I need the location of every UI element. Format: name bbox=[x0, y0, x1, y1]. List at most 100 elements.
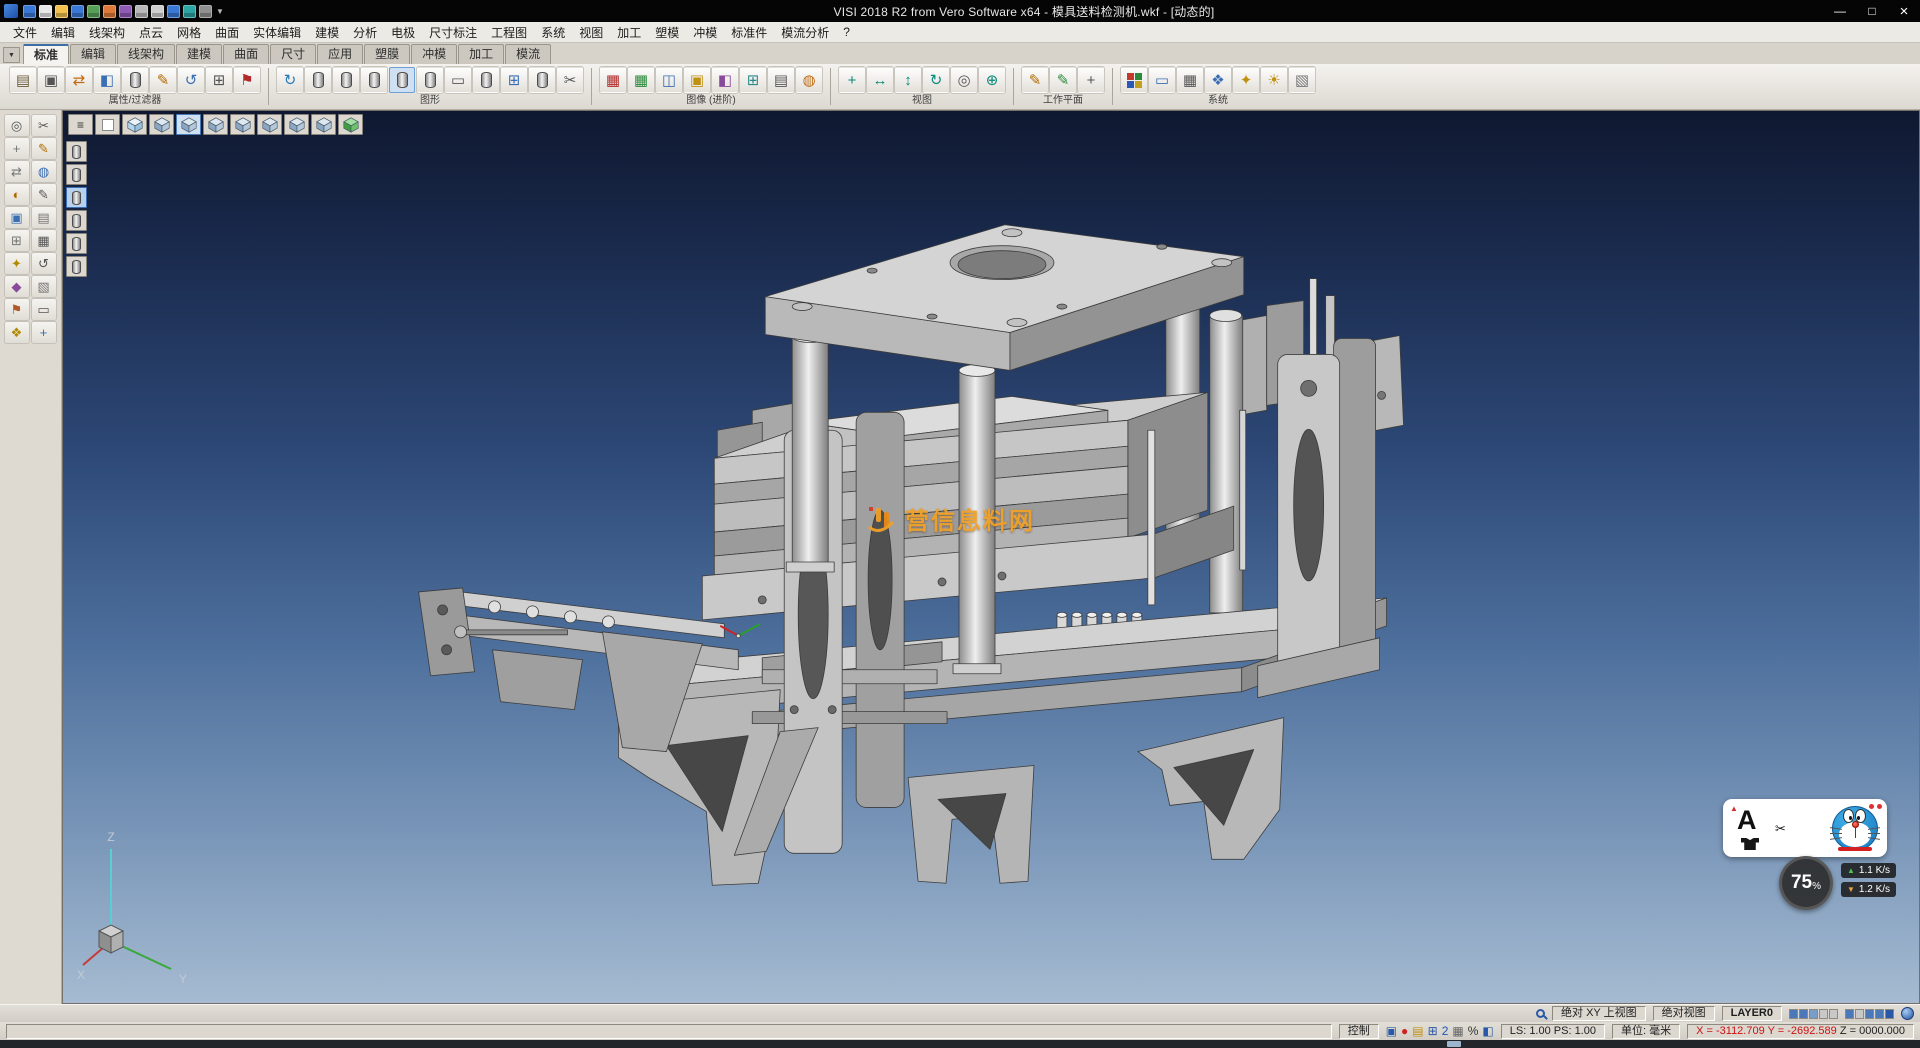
color-grid-icon[interactable] bbox=[1121, 67, 1147, 93]
quick-icon[interactable] bbox=[151, 5, 164, 18]
viewport-3d[interactable]: ≡ 营信息料网 Z X Y ▲ A ✂ bbox=[62, 110, 1920, 1004]
tab-线架构[interactable]: 线架构 bbox=[117, 44, 175, 64]
menu-item[interactable]: 塑模 bbox=[648, 22, 686, 43]
menu-item[interactable]: 模流分析 bbox=[774, 22, 836, 43]
cad-model[interactable] bbox=[63, 111, 1919, 1003]
tool-icon[interactable]: ◆ bbox=[5, 276, 29, 297]
view-orientation-button[interactable] bbox=[230, 114, 255, 135]
layer-color-cell[interactable] bbox=[1885, 1009, 1894, 1019]
close-button[interactable]: × bbox=[1888, 0, 1920, 22]
tool-icon[interactable]: ↔ bbox=[867, 67, 893, 93]
status-icon[interactable]: ◧ bbox=[1482, 1025, 1493, 1037]
quick-icon[interactable] bbox=[103, 5, 116, 18]
tool-icon[interactable]: ⊕ bbox=[979, 67, 1005, 93]
tool-icon[interactable]: ◫ bbox=[656, 67, 682, 93]
view-orientation-button[interactable] bbox=[284, 114, 309, 135]
quick-icon[interactable] bbox=[199, 5, 212, 18]
layer-color-cell[interactable] bbox=[1809, 1009, 1818, 1019]
menu-item[interactable]: 曲面 bbox=[208, 22, 246, 43]
tab-建模[interactable]: 建模 bbox=[176, 44, 222, 64]
tool-icon[interactable]: ✎ bbox=[1022, 67, 1048, 93]
menu-item[interactable]: 加工 bbox=[610, 22, 648, 43]
absolute-view-indicator[interactable]: 绝对视图 bbox=[1653, 1006, 1715, 1021]
tool-icon[interactable]: ↺ bbox=[32, 253, 56, 274]
tab-模流[interactable]: 模流 bbox=[505, 44, 551, 64]
battery-percent-widget[interactable]: 75% bbox=[1779, 856, 1833, 910]
units-indicator[interactable]: 单位: 毫米 bbox=[1612, 1024, 1680, 1039]
tab-标准[interactable]: 标准 bbox=[23, 44, 69, 64]
tab-应用[interactable]: 应用 bbox=[317, 44, 363, 64]
view-mode-indicator[interactable]: 绝对 XY 上视图 bbox=[1552, 1006, 1646, 1021]
status-icon[interactable]: ▤ bbox=[1412, 1025, 1423, 1037]
view-orientation-button[interactable] bbox=[257, 114, 282, 135]
tool-icon[interactable]: + bbox=[839, 67, 865, 93]
tool-icon[interactable]: ▦ bbox=[600, 67, 626, 93]
layer-color-segments-2[interactable] bbox=[1845, 1009, 1894, 1019]
quick-icon[interactable] bbox=[167, 5, 180, 18]
view-orientation-button[interactable] bbox=[311, 114, 336, 135]
tool-icon[interactable]: ⊞ bbox=[501, 67, 527, 93]
tool-icon[interactable]: ⊞ bbox=[206, 67, 232, 93]
tool-icon[interactable]: ⊞ bbox=[5, 230, 29, 251]
menu-item[interactable]: 标准件 bbox=[724, 22, 774, 43]
tool-icon[interactable]: ⇄ bbox=[5, 161, 29, 182]
tool-icon[interactable]: ▧ bbox=[1289, 67, 1315, 93]
tool-icon[interactable]: ◐ bbox=[5, 184, 29, 205]
layer-color-cell[interactable] bbox=[1799, 1009, 1808, 1019]
tool-icon[interactable]: ▤ bbox=[768, 67, 794, 93]
layer-color-segments-1[interactable] bbox=[1789, 1009, 1838, 1019]
tool-icon[interactable]: ↻ bbox=[923, 67, 949, 93]
cylinder-icon[interactable] bbox=[361, 67, 387, 93]
tool-icon[interactable]: ◍ bbox=[32, 161, 56, 182]
view-orientation-button[interactable] bbox=[149, 114, 174, 135]
tool-icon[interactable]: ▤ bbox=[32, 207, 56, 228]
status-icon[interactable]: ● bbox=[1401, 1025, 1408, 1037]
view-orientation-button[interactable] bbox=[122, 114, 147, 135]
status-icon[interactable]: ▣ bbox=[1386, 1025, 1397, 1037]
status-icon[interactable]: 2 bbox=[1442, 1025, 1449, 1037]
layer-filter-button[interactable] bbox=[66, 210, 87, 231]
tool-icon[interactable]: + bbox=[5, 138, 29, 159]
menu-item[interactable]: 尺寸标注 bbox=[422, 22, 484, 43]
tab-塑膜[interactable]: 塑膜 bbox=[364, 44, 410, 64]
tool-icon[interactable]: ▣ bbox=[38, 67, 64, 93]
tool-icon[interactable]: ◍ bbox=[796, 67, 822, 93]
tool-icon[interactable]: ⊞ bbox=[740, 67, 766, 93]
tool-icon[interactable]: ✦ bbox=[5, 253, 29, 274]
layer-indicator[interactable]: LAYER0 bbox=[1722, 1006, 1782, 1021]
status-icon[interactable]: % bbox=[1468, 1025, 1479, 1037]
snap-lock-button[interactable]: 控制 bbox=[1339, 1024, 1379, 1039]
taskbar-peek-icon[interactable] bbox=[1447, 1041, 1461, 1047]
tool-icon[interactable]: ▦ bbox=[1177, 67, 1203, 93]
quick-icon[interactable] bbox=[87, 5, 100, 18]
cylinder-icon[interactable] bbox=[333, 67, 359, 93]
tab-曲面[interactable]: 曲面 bbox=[223, 44, 269, 64]
tab-加工[interactable]: 加工 bbox=[458, 44, 504, 64]
globe-icon[interactable] bbox=[1901, 1007, 1914, 1020]
tool-icon[interactable]: ✂ bbox=[32, 115, 56, 136]
layer-color-cell[interactable] bbox=[1829, 1009, 1838, 1019]
menu-item[interactable]: 视图 bbox=[572, 22, 610, 43]
menu-item[interactable]: 工程图 bbox=[484, 22, 534, 43]
tool-icon[interactable]: ✎ bbox=[150, 67, 176, 93]
cylinder-icon[interactable] bbox=[529, 67, 555, 93]
quick-icon[interactable] bbox=[39, 5, 52, 18]
netspeed-widget[interactable]: ▲1.1 K/s ▼1.2 K/s bbox=[1841, 863, 1896, 897]
tool-icon[interactable]: ▭ bbox=[445, 67, 471, 93]
layer-color-cell[interactable] bbox=[1855, 1009, 1864, 1019]
menu-item[interactable]: 电极 bbox=[384, 22, 422, 43]
menu-item[interactable]: 编辑 bbox=[44, 22, 82, 43]
layer-filter-button[interactable] bbox=[66, 141, 87, 162]
tab-冲模[interactable]: 冲模 bbox=[411, 44, 457, 64]
tool-icon[interactable]: ▣ bbox=[5, 207, 29, 228]
view-orientation-button[interactable]: ≡ bbox=[68, 114, 93, 135]
layer-color-cell[interactable] bbox=[1865, 1009, 1874, 1019]
layer-filter-button[interactable] bbox=[66, 187, 87, 208]
layer-color-cell[interactable] bbox=[1875, 1009, 1884, 1019]
tool-icon[interactable]: ☀ bbox=[1261, 67, 1287, 93]
menu-item[interactable]: 文件 bbox=[6, 22, 44, 43]
layer-color-cell[interactable] bbox=[1819, 1009, 1828, 1019]
quick-icon[interactable] bbox=[55, 5, 68, 18]
cylinder-icon[interactable] bbox=[473, 67, 499, 93]
cylinder-icon[interactable] bbox=[305, 67, 331, 93]
